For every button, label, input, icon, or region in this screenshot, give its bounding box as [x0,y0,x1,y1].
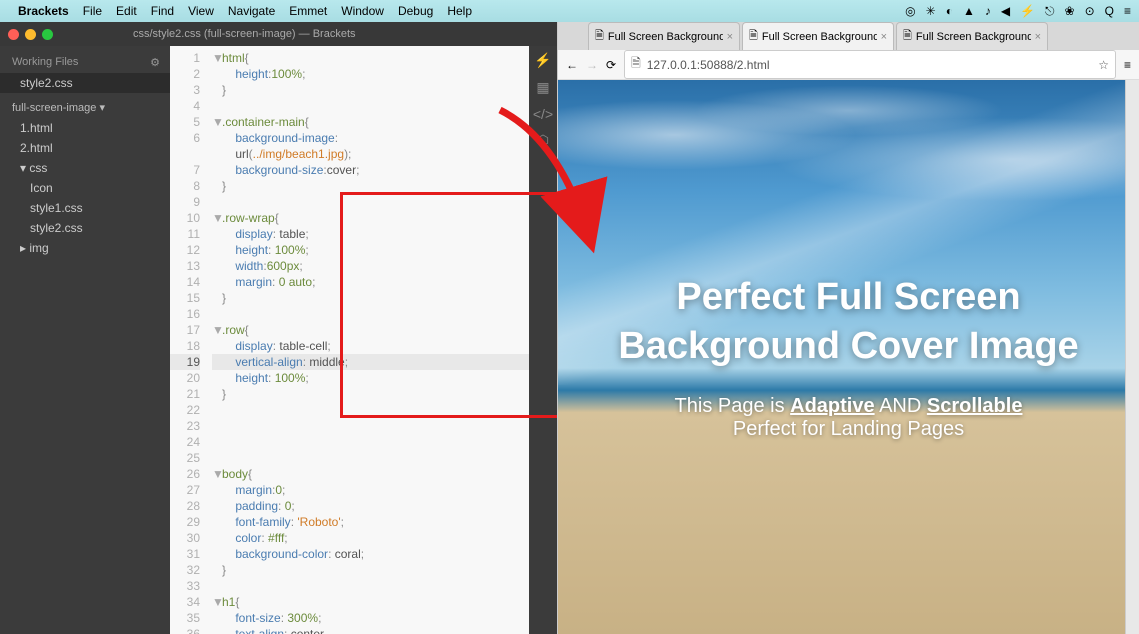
hero-content: Perfect Full Screen Background Cover Ima… [558,80,1139,634]
chevron-down-icon: ▾ [99,102,105,114]
page-icon: 🗎 [903,27,912,46]
tray-icon[interactable]: ◐ [946,4,953,19]
window-title: css/style2.css (full-screen-image) — Bra… [133,28,356,40]
file-item[interactable]: style1.css [0,198,170,218]
tab-title: Full Screen Background [916,31,1031,43]
menu-app[interactable]: Brackets [18,4,69,18]
working-files-label: Working Files [12,56,78,69]
forward-button[interactable]: → [586,58,598,72]
back-button[interactable]: ← [566,58,578,72]
menu-emmet[interactable]: Emmet [289,4,327,18]
sidebar: Working Files ⚙ style2.css full-screen-i… [0,46,170,634]
tray-icon[interactable]: ◎ [905,4,915,19]
code-content[interactable]: ▼html{ height:100%; } ▼.container-main{ … [206,46,529,634]
menu-navigate[interactable]: Navigate [228,4,275,18]
close-icon[interactable] [8,29,19,40]
editor[interactable]: 1234567891011121314151617181920212223242… [170,46,529,634]
extension-icon[interactable]: ▦ [536,79,549,96]
page-icon: 🗎 [595,27,604,46]
browser-tab[interactable]: 🗎 Full Screen Background × [896,22,1048,50]
menu-tray: ◎ ✳ ◐ ▲ ♪ ◀ ⚡ ⎋ ❀ ⊙ Q ≡ [905,4,1131,19]
working-file[interactable]: style2.css [0,73,170,93]
menu-file[interactable]: File [83,4,102,18]
extension-bar: ⚡ ▦ </> ⬡ [529,46,557,634]
browser-viewport[interactable]: Perfect Full Screen Background Cover Ima… [558,80,1139,634]
browser-tab[interactable]: 🗎 Full Screen Background × [742,22,894,50]
file-item[interactable]: 2.html [0,138,170,158]
live-preview-icon[interactable]: ⚡ [534,52,551,69]
working-files-header: Working Files ⚙ [0,52,170,73]
tray-icon[interactable]: ❀ [1065,4,1075,19]
folder-item[interactable]: ▾ css [0,158,170,178]
menu-view[interactable]: View [188,4,214,18]
tray-icon[interactable]: ≡ [1124,4,1131,19]
brackets-window: css/style2.css (full-screen-image) — Bra… [0,22,557,634]
minimize-icon[interactable] [25,29,36,40]
url-text: 127.0.0.1:50888/2.html [647,58,770,72]
tray-icon[interactable]: ⎋ [1045,4,1055,19]
code-icon[interactable]: </> [533,106,553,122]
scrollbar[interactable] [1125,80,1139,634]
menu-icon[interactable]: ≡ [1124,58,1131,72]
reload-button[interactable]: ⟳ [606,58,616,72]
tab-strip: 🗎 Full Screen Background × 🗎 Full Screen Bac… [558,22,1139,50]
brackets-titlebar: css/style2.css (full-screen-image) — Bra… [0,22,557,46]
close-icon[interactable]: × [727,31,733,43]
tray-icon[interactable]: ✳ [926,4,936,19]
url-input[interactable]: 🗎 127.0.0.1:50888/2.html ☆ [624,50,1116,79]
tab-title: Full Screen Background [762,31,877,43]
tray-icon[interactable]: Q [1105,4,1114,19]
menu-help[interactable]: Help [447,4,472,18]
extract-icon[interactable]: ⬡ [537,132,549,149]
page-icon: 🗎 [749,27,758,46]
menu-window[interactable]: Window [341,4,384,18]
address-bar: ← → ⟳ 🗎 127.0.0.1:50888/2.html ☆ ≡ [558,50,1139,80]
menu-find[interactable]: Find [151,4,174,18]
tray-icon[interactable]: ▲ [963,4,975,19]
star-icon[interactable]: ☆ [1098,58,1109,72]
file-item[interactable]: style2.css [0,218,170,238]
tab-title: Full Screen Background [608,31,723,43]
hero-subtitle-1: This Page is Adaptive AND Scrollable [675,395,1023,418]
tray-icon[interactable]: ♪ [985,4,991,19]
zoom-icon[interactable] [42,29,53,40]
mac-menubar: Brackets File Edit Find View Navigate Em… [0,0,1139,22]
browser-window: 🗎 Full Screen Background × 🗎 Full Screen Bac… [557,22,1139,634]
file-item[interactable]: 1.html [0,118,170,138]
hero-subtitle-2: Perfect for Landing Pages [733,418,964,441]
gear-icon[interactable]: ⚙ [150,56,160,69]
hero-heading: Perfect Full Screen Background Cover Ima… [576,273,1121,372]
menu-edit[interactable]: Edit [116,4,137,18]
folder-item[interactable]: ▸ img [0,238,170,258]
project-name[interactable]: full-screen-image ▾ [0,93,170,118]
window-controls [8,29,53,40]
browser-tab[interactable]: 🗎 Full Screen Background × [588,22,740,50]
page-icon: 🗎 [631,54,641,75]
gutter: 1234567891011121314151617181920212223242… [170,46,206,634]
menu-debug[interactable]: Debug [398,4,433,18]
tray-icon[interactable]: ⊙ [1085,4,1095,19]
close-icon[interactable]: × [1035,31,1041,43]
close-icon[interactable]: × [881,31,887,43]
tray-icon[interactable]: ◀ [1001,4,1010,19]
tray-icon[interactable]: ⚡ [1020,4,1035,19]
file-item[interactable]: Icon [0,178,170,198]
